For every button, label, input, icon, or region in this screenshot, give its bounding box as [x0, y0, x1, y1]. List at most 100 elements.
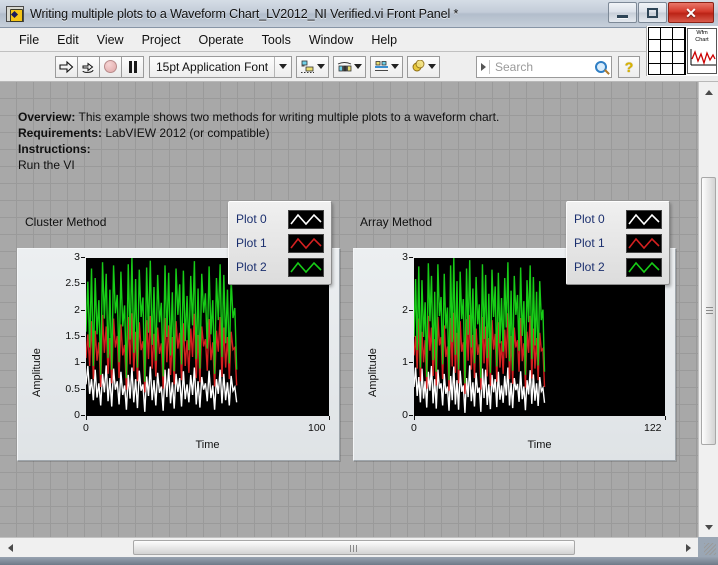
context-help-button[interactable]: ? [618, 56, 640, 78]
vertical-scrollbar[interactable] [698, 82, 718, 537]
array-plot-legend[interactable]: Plot 0 Plot 1 Plot 2 [566, 201, 670, 285]
cluster-plot-legend[interactable]: Plot 0 Plot 1 Plot 2 [228, 201, 332, 285]
vertical-scrollbar-thumb[interactable] [701, 177, 716, 445]
legend-line-swatch[interactable] [626, 257, 662, 277]
y-tick-label: 0 [38, 409, 85, 421]
front-panel-canvas[interactable]: Overview: This example shows two methods… [0, 82, 698, 537]
chevron-down-icon [428, 64, 437, 69]
menu-item-edit[interactable]: Edit [48, 31, 88, 49]
waveform-chart-icon[interactable]: Wfm Chart [687, 28, 717, 74]
scroll-down-icon [705, 524, 713, 530]
y-tick-label: 2 [38, 304, 85, 316]
menu-item-help[interactable]: Help [362, 31, 406, 49]
status-bar [0, 557, 718, 565]
legend-line-swatch[interactable] [626, 209, 662, 229]
legend-row[interactable]: Plot 1 [574, 231, 662, 255]
title-bar: Writing multiple plots to a Waveform Cha… [0, 0, 718, 28]
x-tick-label: 0 [411, 422, 417, 434]
close-icon: ✕ [685, 4, 697, 21]
search-scope-icon [481, 63, 486, 71]
x-tick-mark [665, 416, 666, 420]
search-placeholder: Search [495, 60, 534, 74]
run-button[interactable] [55, 55, 78, 78]
legend-row[interactable]: Plot 2 [236, 255, 324, 279]
y-tick-label: 1 [38, 356, 85, 368]
instructions-text: Run the VI [18, 158, 75, 172]
array-x-axis-label: Time [527, 439, 552, 451]
distribute-objects-button[interactable] [333, 55, 367, 78]
resize-objects-button[interactable] [370, 55, 404, 78]
menu-item-view[interactable]: View [88, 31, 133, 49]
legend-label: Plot 1 [236, 236, 267, 250]
search-input[interactable]: Search [476, 56, 612, 78]
menu-item-file[interactable]: File [10, 31, 48, 49]
chevron-down-icon [317, 64, 326, 69]
legend-row[interactable]: Plot 0 [574, 207, 662, 231]
legend-label: Plot 2 [236, 260, 267, 274]
x-tick-mark [86, 416, 87, 420]
scroll-up-button[interactable] [700, 83, 718, 101]
x-tick-label: 122 [644, 422, 662, 434]
chevron-down-icon [354, 64, 363, 69]
minimize-button[interactable] [608, 2, 637, 23]
x-tick-mark [329, 416, 330, 420]
align-objects-button[interactable] [296, 55, 330, 78]
scroll-left-button[interactable] [1, 539, 19, 557]
menu-item-project[interactable]: Project [133, 31, 190, 49]
cluster-x-axis-label: Time [195, 439, 220, 451]
magnifier-icon[interactable] [595, 61, 607, 73]
abort-execution-button[interactable] [99, 55, 122, 78]
legend-row[interactable]: Plot 0 [236, 207, 324, 231]
reorder-objects-icon [412, 59, 425, 71]
legend-line-swatch[interactable] [288, 257, 324, 277]
menu-item-window[interactable]: Window [300, 31, 362, 49]
font-selector[interactable]: 15pt Application Font [149, 55, 293, 78]
labview-vi-icon [6, 5, 24, 22]
run-controls-group [55, 55, 144, 78]
scroll-up-icon [705, 89, 713, 95]
resize-grip-icon[interactable] [704, 543, 716, 555]
horizontal-scrollbar[interactable] [0, 537, 698, 557]
y-tick-label: 2.5 [38, 277, 85, 289]
scroll-down-button[interactable] [700, 518, 718, 536]
scroll-right-button[interactable] [679, 539, 697, 557]
legend-line-swatch[interactable] [626, 233, 662, 253]
window-controls: ✕ [607, 2, 714, 23]
scroll-right-icon [685, 544, 691, 552]
requirements-text: LabVIEW 2012 (or compatible) [102, 126, 270, 140]
menu-item-tools[interactable]: Tools [253, 31, 300, 49]
maximize-icon [647, 7, 658, 18]
x-tick-mark [414, 416, 415, 420]
maximize-button[interactable] [638, 2, 667, 23]
labview-front-panel-window: Writing multiple plots to a Waveform Cha… [0, 0, 718, 565]
legend-row[interactable]: Plot 2 [574, 255, 662, 279]
legend-label: Plot 2 [574, 260, 605, 274]
legend-row[interactable]: Plot 1 [236, 231, 324, 255]
font-label: 15pt Application Font [156, 59, 269, 74]
context-help-icon: ? [624, 59, 634, 75]
legend-line-swatch[interactable] [288, 233, 324, 253]
reorder-objects-button[interactable] [407, 55, 441, 78]
menu-item-operate[interactable]: Operate [189, 31, 252, 49]
overview-line: Overview: This example shows two methods… [18, 109, 499, 125]
pause-button[interactable] [121, 55, 144, 78]
y-tick-label: 3 [38, 251, 85, 263]
close-button[interactable]: ✕ [668, 2, 714, 23]
horizontal-scrollbar-thumb[interactable] [133, 540, 575, 555]
run-continuously-button[interactable] [77, 55, 100, 78]
pause-icon [128, 60, 137, 73]
toolbar: 15pt Application Font Search ? Wfm Chart [0, 26, 718, 82]
controls-grid-icon[interactable] [648, 27, 686, 75]
scrollbar-grip-icon [706, 307, 713, 315]
overview-label: Overview: [18, 110, 76, 124]
overview-text: This example shows two methods for writi… [75, 110, 500, 124]
legend-line-swatch[interactable] [288, 209, 324, 229]
chevron-down-icon [279, 64, 288, 69]
y-tick-label: 0.5 [38, 383, 85, 395]
palette-wfm-label-line1: Wfm [696, 30, 708, 36]
font-dropdown-button[interactable] [274, 56, 291, 77]
palette-wfm-label-line2: Chart [695, 37, 709, 43]
y-tick-label: 1 [374, 356, 413, 368]
requirements-line: Requirements: LabVIEW 2012 (or compatibl… [18, 125, 499, 141]
y-tick-label: 2 [374, 304, 413, 316]
